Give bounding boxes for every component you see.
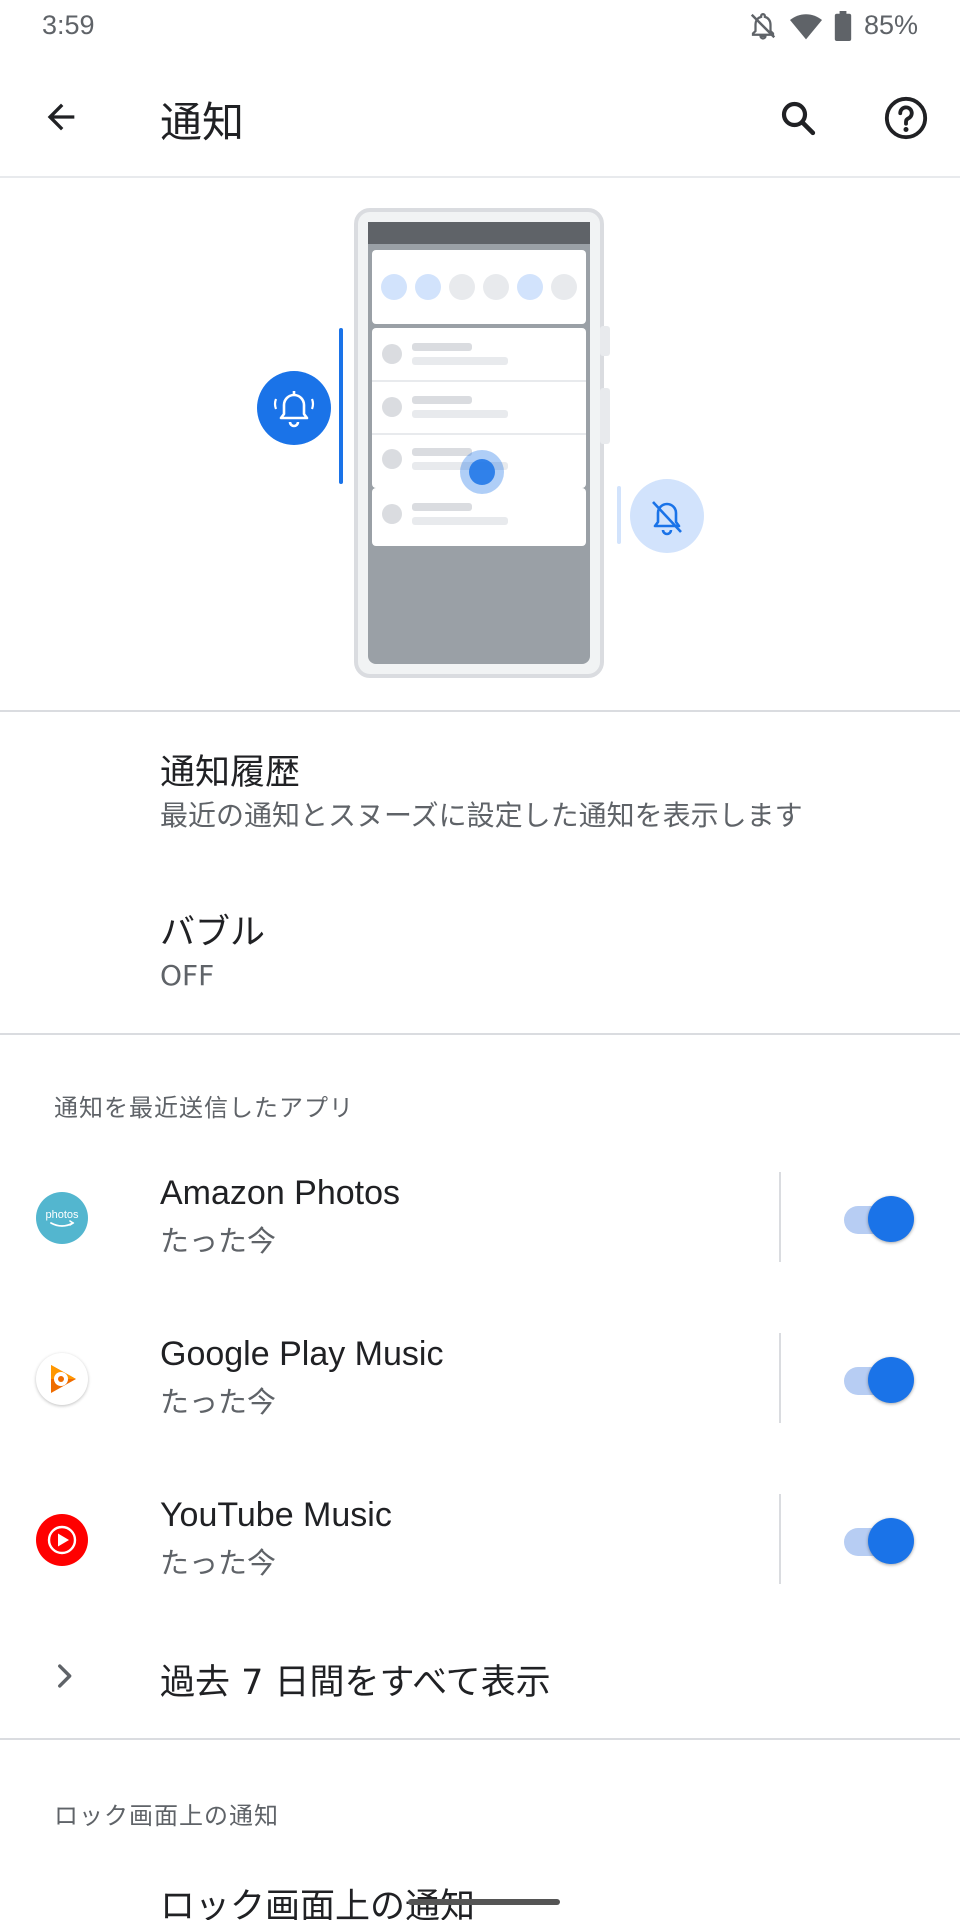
- search-icon[interactable]: [772, 92, 824, 144]
- notification-history-item[interactable]: 通知履歴 最近の通知とスヌーズに設定した通知を表示します: [160, 750, 803, 836]
- help-icon[interactable]: [880, 92, 932, 144]
- app-time: たった今: [160, 1385, 277, 1419]
- app-row-google-play-music[interactable]: Google Play Music たった今: [0, 1311, 960, 1441]
- section-header-lock-screen: ロック画面上の通知: [54, 1802, 279, 1830]
- app-name: Amazon Photos: [160, 1174, 401, 1212]
- toggle-thumb: [868, 1196, 914, 1242]
- svg-text:photos: photos: [45, 1209, 79, 1221]
- back-arrow-icon[interactable]: [36, 92, 86, 142]
- app-name: Google Play Music: [160, 1335, 444, 1373]
- youtube-music-icon: [36, 1514, 88, 1566]
- notification-history-title: 通知履歴: [160, 753, 301, 793]
- bubbles-summary: OFF: [160, 959, 215, 992]
- bubbles-title: バブル: [160, 913, 266, 953]
- status-icons: 85%: [748, 10, 918, 41]
- row-separator: [779, 1172, 781, 1262]
- see-all-label: 過去 7 日間をすべて表示: [160, 1663, 551, 1703]
- bell-off-icon: [748, 11, 778, 41]
- notification-history-summary: 最近の通知とスヌーズに設定した通知を表示します: [160, 799, 803, 832]
- status-time: 3:59: [42, 10, 95, 40]
- battery-icon: [834, 10, 852, 41]
- gesture-nav-handle[interactable]: [408, 1899, 560, 1905]
- youtube-music-toggle[interactable]: [844, 1516, 916, 1566]
- app-row-amazon-photos[interactable]: photos Amazon Photos たった今: [0, 1150, 960, 1280]
- section-header-recent-apps: 通知を最近送信したアプリ: [54, 1094, 354, 1122]
- notification-illustration: [0, 180, 960, 710]
- app-name: YouTube Music: [160, 1496, 392, 1534]
- row-separator: [779, 1333, 781, 1423]
- divider: [0, 1033, 960, 1035]
- toggle-thumb: [868, 1518, 914, 1564]
- battery-percent: 85%: [863, 10, 918, 40]
- google-play-music-icon: [36, 1353, 88, 1405]
- see-all-recent-apps[interactable]: 過去 7 日間をすべて表示: [0, 1618, 960, 1738]
- bubbles-item[interactable]: バブル OFF: [160, 910, 265, 996]
- wifi-icon: [789, 11, 822, 41]
- app-bar: 通知: [0, 56, 960, 178]
- status-bar: 3:59 85%: [0, 0, 960, 56]
- app-time: たった今: [160, 1546, 277, 1580]
- divider: [0, 710, 960, 712]
- amazon-photos-toggle[interactable]: [844, 1194, 916, 1244]
- divider: [0, 1738, 960, 1740]
- row-separator: [779, 1494, 781, 1584]
- app-row-youtube-music[interactable]: YouTube Music たった今: [0, 1472, 960, 1602]
- page-title: 通知: [160, 98, 245, 147]
- app-time: たった今: [160, 1224, 277, 1258]
- google-play-music-toggle[interactable]: [844, 1355, 916, 1405]
- toggle-thumb: [868, 1357, 914, 1403]
- chevron-right-icon: [44, 1656, 84, 1696]
- amazon-photos-icon: photos: [36, 1192, 88, 1244]
